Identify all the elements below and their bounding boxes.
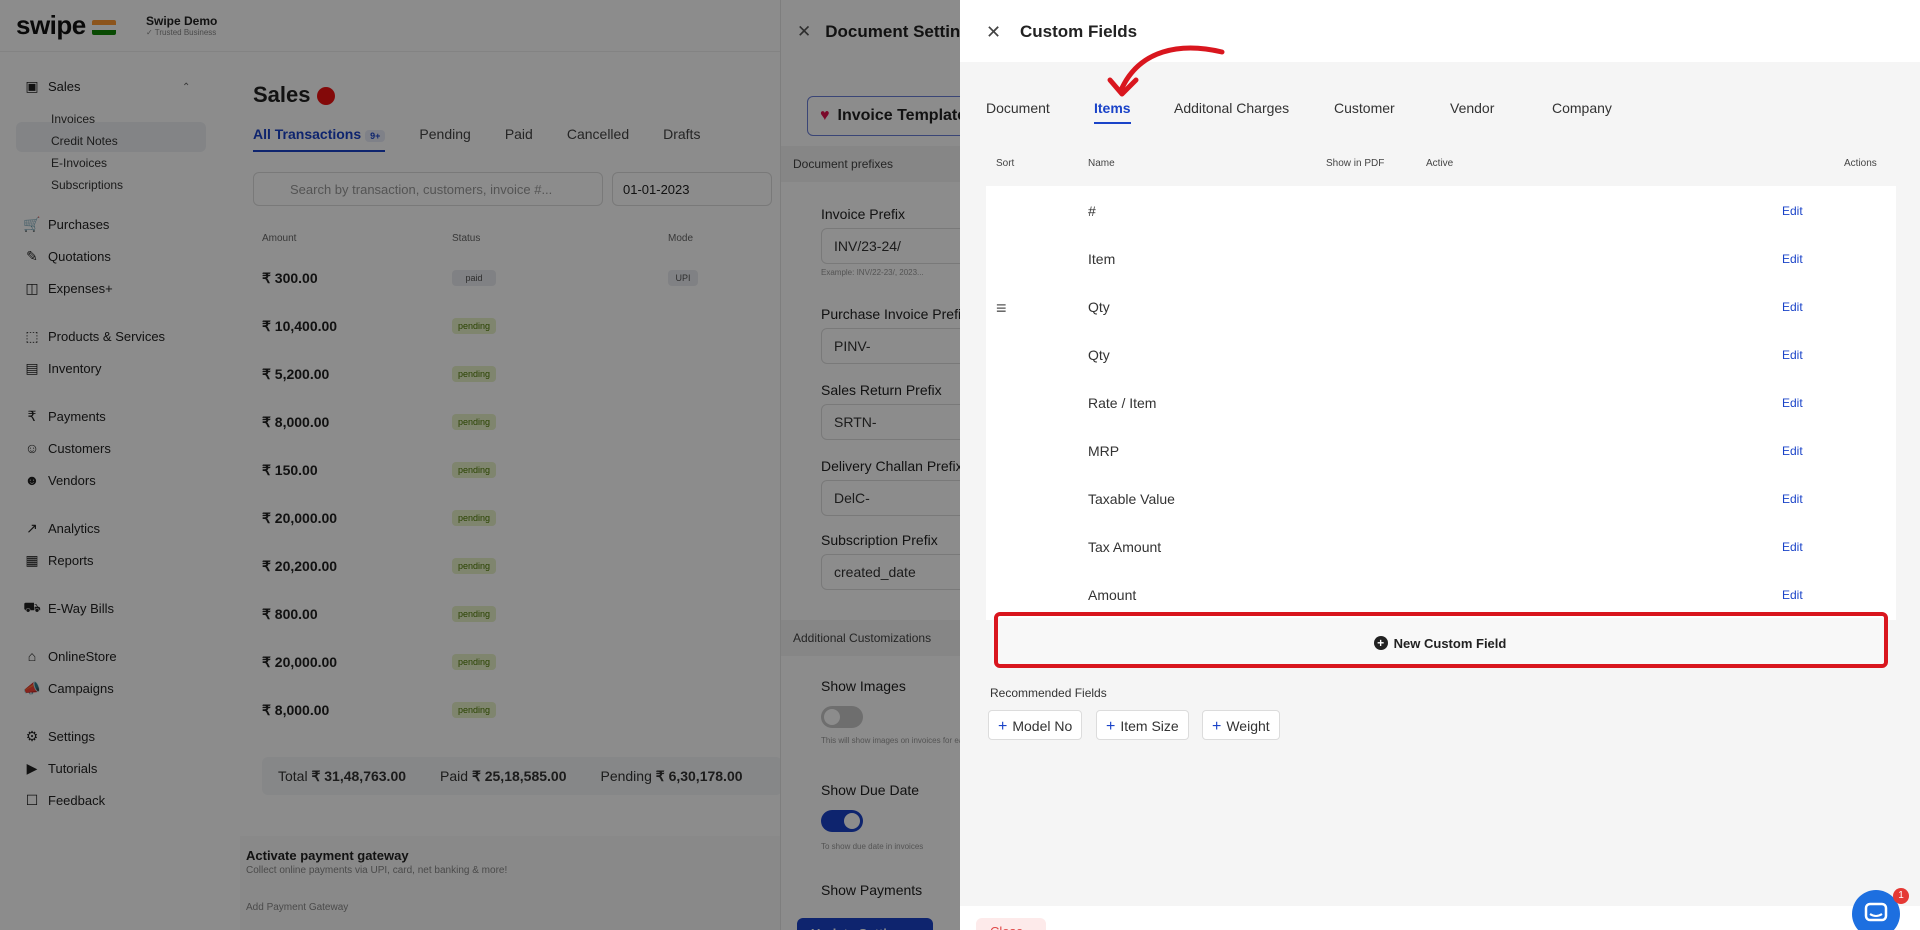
edit-link[interactable]: Edit (1782, 444, 1803, 458)
col-active: Active (1426, 158, 1454, 169)
tab-items[interactable]: Items (1094, 100, 1131, 124)
field-name: Qty (1088, 347, 1110, 363)
edit-link[interactable]: Edit (1782, 492, 1803, 506)
chat-badge: 1 (1893, 888, 1909, 904)
custom-fields-drawer: ✕ Custom Fields Document Items Additonal… (960, 0, 1920, 930)
modal-overlay[interactable] (0, 0, 960, 930)
drag-handle-icon[interactable]: ≡ (996, 298, 1007, 319)
recommended-title: Recommended Fields (990, 686, 1107, 700)
edit-link[interactable]: Edit (1782, 348, 1803, 362)
field-name: # (1088, 203, 1096, 219)
edit-link[interactable]: Edit (1782, 204, 1803, 218)
recommended-chip-item-size[interactable]: + Item Size (1096, 710, 1189, 740)
edit-link[interactable]: Edit (1782, 300, 1803, 314)
tab-customer[interactable]: Customer (1334, 100, 1395, 116)
col-show-in-pdf: Show in PDF (1326, 158, 1385, 169)
field-name: Taxable Value (1088, 491, 1175, 507)
field-name: MRP (1088, 443, 1120, 459)
tab-document[interactable]: Document (986, 100, 1050, 116)
plus-icon: + (998, 718, 1008, 735)
annotation-arrow-icon (1107, 45, 1225, 97)
plus-icon: + (1106, 718, 1116, 735)
field-name: Tax Amount (1088, 539, 1162, 555)
field-name: Item (1088, 251, 1116, 267)
close-button[interactable]: Close (976, 918, 1046, 930)
col-name: Name (1088, 158, 1115, 169)
drawer-footer (960, 906, 1920, 930)
highlight-box (994, 612, 1888, 668)
custom-fields-title: Custom Fields (1020, 22, 1138, 41)
recommended-chip-weight[interactable]: + Weight (1202, 710, 1280, 740)
field-name: Qty (1088, 299, 1110, 315)
plus-icon: + (1212, 718, 1222, 735)
edit-link[interactable]: Edit (1782, 396, 1803, 410)
col-sort: Sort (996, 158, 1015, 169)
edit-link[interactable]: Edit (1782, 252, 1803, 266)
edit-link[interactable]: Edit (1782, 540, 1803, 554)
close-icon[interactable]: ✕ (986, 22, 1001, 43)
field-name: Amount (1088, 587, 1137, 603)
col-actions: Actions (1844, 158, 1877, 169)
edit-link[interactable]: Edit (1782, 588, 1803, 602)
tab-vendor[interactable]: Vendor (1450, 100, 1494, 116)
tab-company[interactable]: Company (1552, 100, 1612, 116)
tab-additional-charges[interactable]: Additonal Charges (1174, 100, 1289, 116)
field-name: Rate / Item (1088, 395, 1157, 411)
recommended-chip-model-no[interactable]: + Model No (988, 710, 1083, 740)
